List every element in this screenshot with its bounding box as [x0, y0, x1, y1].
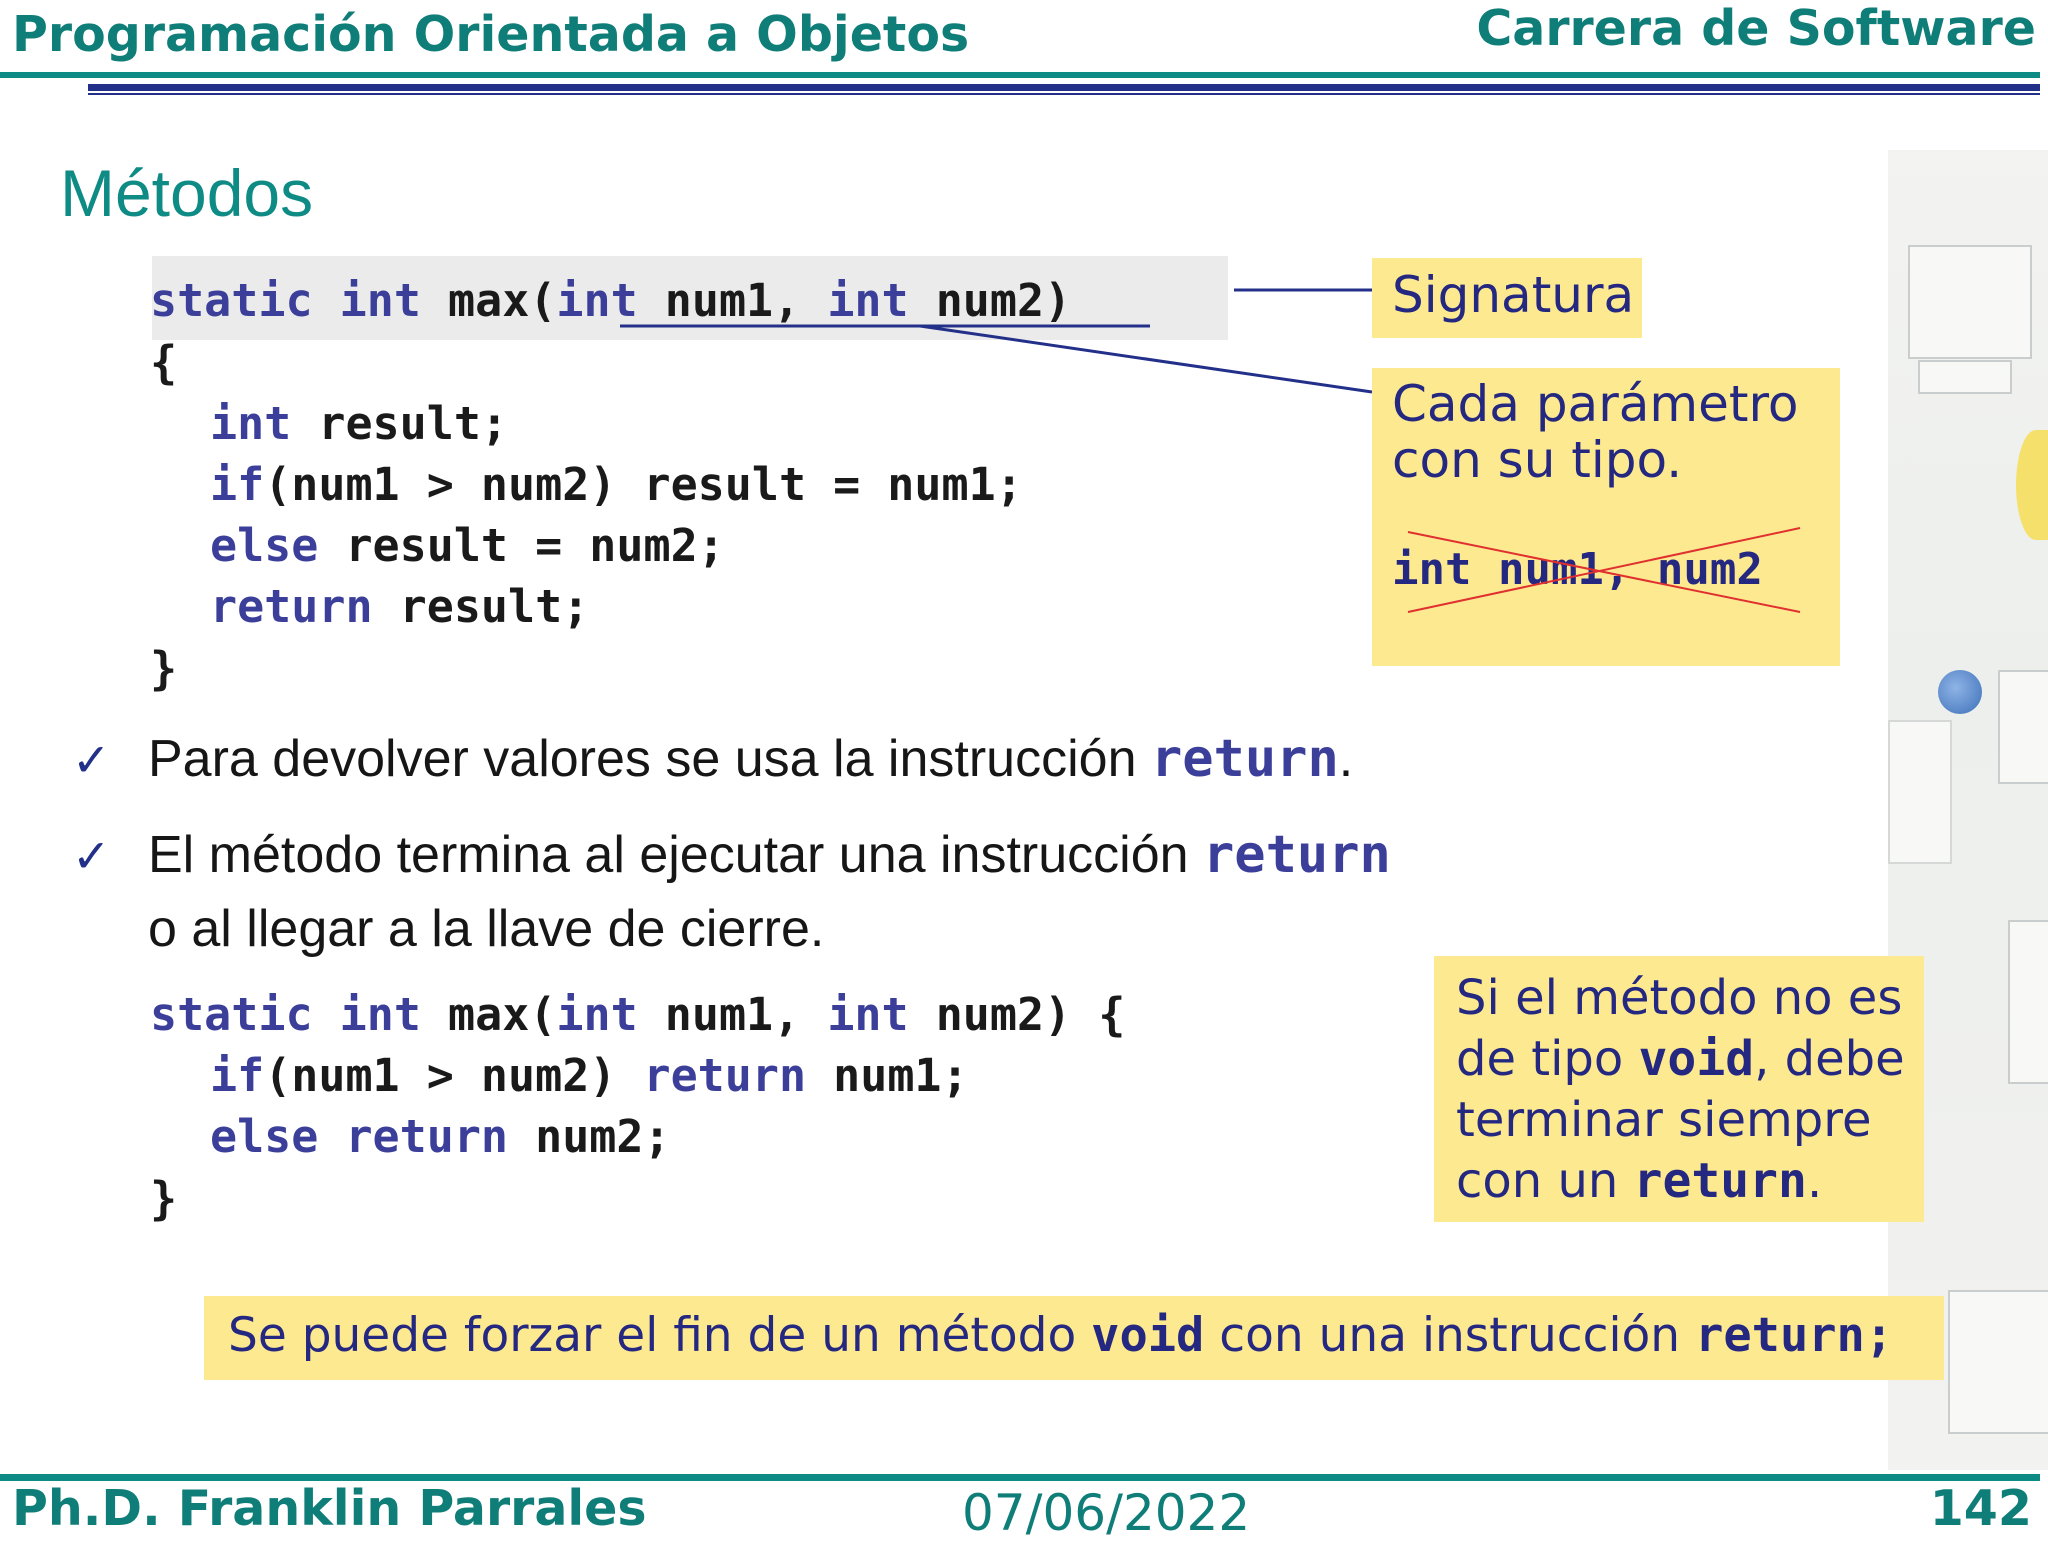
bullet-1: ✓ [72, 722, 111, 797]
bullet-1-text: Para devolver valores se usa la instrucc… [148, 722, 1353, 796]
void-note-mid: con una instrucción [1219, 1308, 1681, 1363]
nonvoid-line4: con un return. [1456, 1151, 1905, 1212]
nonvoid-line2: de tipo void, debe [1456, 1029, 1905, 1090]
bullet-1-main: Para devolver valores se usa la instrucc… [148, 730, 1137, 788]
code2-param1-name: num1, [664, 988, 801, 1041]
code2-line3: else return num2; [210, 1106, 671, 1167]
param-note: Cada parámetro con su tipo. int num1, nu… [1372, 368, 1840, 666]
nonvoid-line4-pre: con un [1456, 1153, 1619, 1209]
nonvoid-line1: Si el método no es [1456, 970, 1903, 1026]
void-note-code2: return; [1695, 1308, 1894, 1363]
parametro-connector [919, 324, 1373, 394]
code2-kw-static: static [150, 988, 313, 1041]
void-return-note: Se puede forzar el fin de un método void… [204, 1296, 1944, 1380]
code2-kw-return-2: return [345, 1110, 509, 1163]
bullet-2-line2: o al llegar a la llave de cierre. [148, 900, 825, 958]
code2-param2-type: int [827, 988, 909, 1041]
nonvoid-line3: terminar siempre [1456, 1092, 1872, 1148]
code2-kw-int: int [339, 988, 421, 1041]
code2-line2-rest: num1; [806, 1049, 969, 1102]
strike-cross [1407, 527, 1801, 613]
bullet-1-after: . [1338, 730, 1354, 788]
code2-line2: if(num1 > num2) return num1; [210, 1045, 969, 1106]
code2-kw-else: else [210, 1110, 319, 1163]
nonvoid-note-text: Si el método no es de tipo void, debe te… [1456, 968, 1905, 1212]
bullet-2: ✓ [72, 818, 111, 893]
nonvoid-line4-post: . [1806, 1153, 1823, 1209]
footer-date: 07/06/2022 [962, 1484, 1251, 1542]
nonvoid-note: Si el método no es de tipo void, debe te… [1434, 956, 1924, 1222]
footer-page-number: 142 [1929, 1480, 2032, 1537]
bullet-1-code: return [1150, 729, 1339, 789]
footer-author: Ph.D. Franklin Parrales [12, 1480, 647, 1537]
void-note-pre: Se puede forzar el fin de un método [228, 1308, 1077, 1363]
code2-line3-rest: num2; [508, 1110, 671, 1163]
signatura-label: Signatura [1392, 266, 1635, 324]
nonvoid-line2-post: , debe [1754, 1031, 1905, 1087]
void-note-code1: void [1091, 1308, 1205, 1363]
code2-line1: static int max(int num1, int num2) { [150, 984, 1125, 1045]
checkmark-icon: ✓ [72, 734, 111, 786]
void-return-text: Se puede forzar el fin de un método void… [228, 1308, 1893, 1363]
code2-param1-type: int [556, 988, 638, 1041]
bullet-2-main: El método termina al ejecutar una instru… [148, 826, 1189, 884]
code2-method-name: max( [448, 988, 557, 1041]
code2-line2-mid: (num1 > num2) [264, 1049, 644, 1102]
code2-kw-return-1: return [643, 1049, 807, 1102]
code2-kw-if: if [210, 1049, 265, 1102]
signatura-note: Signatura [1372, 258, 1642, 338]
code2-param2-name: num2) { [935, 988, 1126, 1041]
bullet-2-code: return [1203, 825, 1391, 885]
nonvoid-line2-pre: de tipo [1456, 1031, 1624, 1087]
code2-close-brace: } [150, 1172, 178, 1225]
checkmark-icon: ✓ [72, 830, 111, 882]
nonvoid-return-code: return [1633, 1153, 1807, 1209]
bullet-2-text: El método termina al ejecutar una instru… [148, 818, 1391, 892]
nonvoid-void-code: void [1638, 1031, 1755, 1087]
